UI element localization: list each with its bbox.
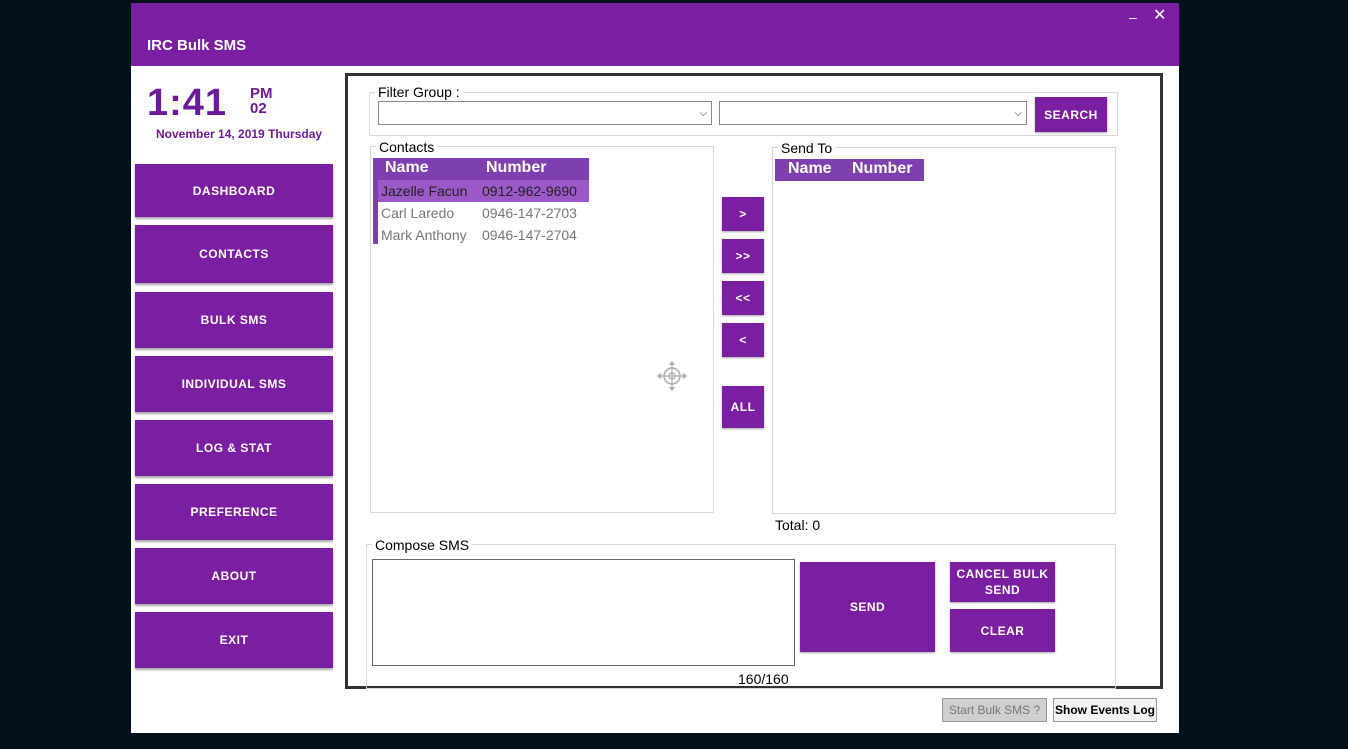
message-input[interactable]	[372, 559, 795, 666]
list-item[interactable]: Carl Laredo 0946-147-2703	[378, 202, 589, 224]
contact-name: Mark Anthony	[381, 227, 467, 243]
window-title: IRC Bulk SMS	[147, 37, 247, 54]
clock-date: November 14, 2019 Thursday	[156, 127, 323, 141]
filter-subgroup-select[interactable]: ⌵	[719, 101, 1027, 125]
bulk-sms-panel: Filter Group : ⌵ ⌵ SEARCH Contacts Name …	[345, 73, 1163, 689]
contacts-list-header: Name Number	[373, 158, 589, 180]
contacts-box: Contacts Name Number Jazelle Facun 0912-…	[370, 139, 714, 513]
search-button[interactable]: SEARCH	[1035, 97, 1107, 132]
col-name-header: Name	[385, 159, 429, 176]
show-events-log-button[interactable]: Show Events Log	[1053, 698, 1157, 722]
remove-selected-button[interactable]: <	[722, 323, 764, 357]
select-all-button[interactable]: ALL	[722, 386, 764, 428]
send-to-label: Send To	[778, 140, 836, 156]
title-bar: IRC Bulk SMS – ✕	[131, 3, 1179, 66]
remove-all-button[interactable]: <<	[722, 281, 764, 315]
close-icon[interactable]: ✕	[1153, 5, 1166, 25]
contacts-label: Contacts	[376, 139, 438, 155]
nav-individual-sms-button[interactable]: INDIVIDUAL SMS	[135, 356, 333, 412]
send-to-total: Total: 0	[775, 517, 821, 533]
clock-seconds: 02	[250, 100, 267, 117]
clock-time: 1:41	[147, 82, 228, 124]
nav-log-stat-button[interactable]: LOG & STAT	[135, 420, 333, 476]
col-number-header: Number	[486, 159, 547, 176]
send-to-box: Send To Name Number	[772, 140, 1116, 514]
col-number-header: Number	[852, 160, 913, 177]
filter-group-box: Filter Group : ⌵ ⌵ SEARCH	[369, 84, 1118, 136]
nav-preference-button[interactable]: PREFERENCE	[135, 484, 333, 540]
contact-number: 0912-962-9690	[482, 183, 577, 199]
list-item[interactable]: Jazelle Facun 0912-962-9690	[378, 180, 589, 202]
list-item[interactable]: Mark Anthony 0946-147-2704	[378, 224, 589, 246]
filter-group-label: Filter Group :	[375, 84, 463, 100]
contact-number: 0946-147-2704	[482, 227, 577, 243]
nav-contacts-button[interactable]: CONTACTS	[135, 225, 333, 283]
clock-ampm-label: PM	[250, 85, 273, 102]
send-to-list-header: Name Number	[775, 159, 924, 181]
move-cursor-icon	[657, 361, 687, 391]
clock-ampm: PM 02	[250, 86, 273, 116]
contact-number: 0946-147-2703	[482, 205, 577, 221]
compose-sms-label: Compose SMS	[372, 537, 473, 553]
minimize-icon[interactable]: –	[1129, 9, 1137, 25]
cancel-bulk-send-button[interactable]: CANCEL BULK SEND	[950, 562, 1055, 602]
compose-sms-box: Compose SMS 160/160 SEND CANCEL BULK SEN…	[366, 537, 1116, 689]
nav-bulk-sms-button[interactable]: BULK SMS	[135, 292, 333, 348]
chevron-down-icon: ⌵	[699, 108, 707, 119]
start-bulk-sms-button[interactable]: Start Bulk SMS ?	[942, 698, 1047, 722]
add-selected-button[interactable]: >	[722, 197, 764, 231]
character-counter: 160/160	[738, 671, 789, 687]
app-window: IRC Bulk SMS – ✕ 1:41 PM 02 November 14,…	[131, 3, 1179, 733]
contact-name: Carl Laredo	[381, 205, 455, 221]
chevron-down-icon: ⌵	[1014, 108, 1022, 119]
send-button[interactable]: SEND	[800, 562, 935, 652]
add-all-button[interactable]: >>	[722, 239, 764, 273]
nav-dashboard-button[interactable]: DASHBOARD	[135, 164, 333, 217]
nav-exit-button[interactable]: EXIT	[135, 612, 333, 668]
contact-name: Jazelle Facun	[381, 183, 468, 199]
filter-group-select[interactable]: ⌵	[378, 101, 712, 125]
clear-button[interactable]: CLEAR	[950, 609, 1055, 652]
col-name-header: Name	[788, 160, 832, 177]
nav-about-button[interactable]: ABOUT	[135, 548, 333, 604]
